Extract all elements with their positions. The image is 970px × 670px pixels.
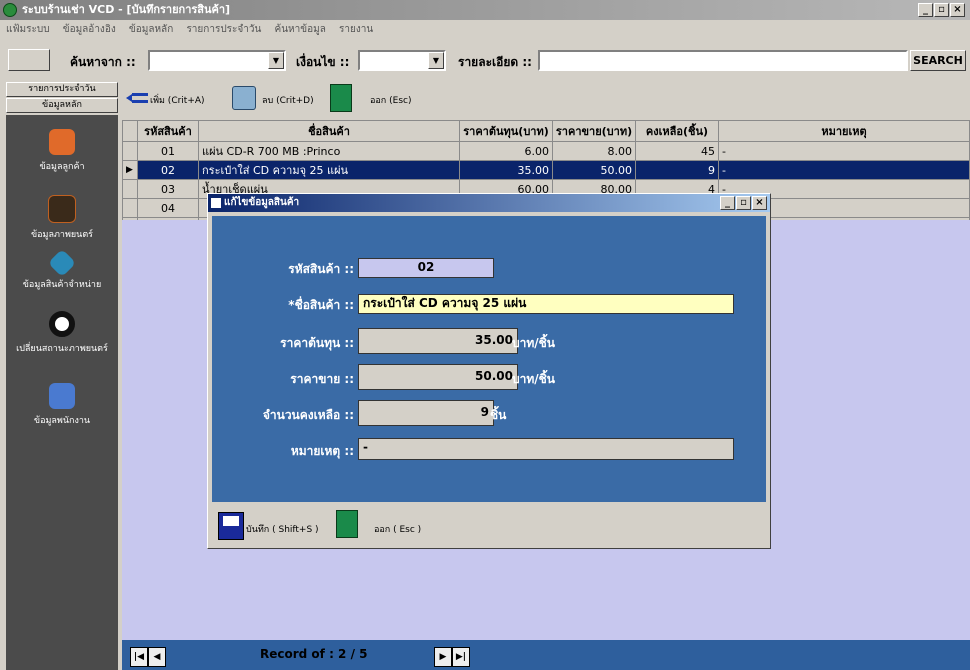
- prev-record-icon[interactable]: ◀: [148, 647, 166, 667]
- menu-master[interactable]: ข้อมูลหลัก: [129, 24, 173, 35]
- dialog-title: แก้ไขข้อมูลสินค้า: [224, 197, 300, 208]
- name-label: *ชื่อสินค้า ::: [288, 298, 354, 312]
- search-condition-select[interactable]: ▼: [358, 50, 446, 71]
- window-title-bar: ระบบร้านเช่า VCD - [บันทึกรายการสินค้า]: [0, 0, 970, 20]
- menu-daily[interactable]: รายการประจำวัน: [186, 24, 261, 35]
- stock-label: จำนวนคงเหลือ ::: [262, 408, 354, 422]
- first-record-icon[interactable]: |◀: [130, 647, 148, 667]
- search-detail-label: รายละเอียด ::: [458, 55, 532, 69]
- col-id[interactable]: รหัสสินค้า: [137, 120, 199, 142]
- add-button[interactable]: เพิ่ม (Crit+A): [150, 93, 205, 107]
- code-field[interactable]: 02: [358, 258, 494, 278]
- col-name[interactable]: ชื่อสินค้า: [198, 120, 460, 142]
- disc-icon: [47, 248, 77, 278]
- chevron-down-icon[interactable]: ▼: [268, 52, 284, 69]
- app-icon: [3, 3, 17, 17]
- movie-icon: [48, 195, 76, 223]
- customers-icon: [49, 129, 75, 155]
- trash-icon[interactable]: [232, 86, 256, 110]
- name-field[interactable]: กระเป๋าใส่ CD ความจุ 25 แผ่น: [358, 294, 734, 314]
- record-counter: Record of : 2 / 5: [260, 647, 368, 661]
- row-pointer-icon: ▶: [122, 160, 138, 180]
- col-stock[interactable]: คงเหลือ(ชิ้น): [635, 120, 719, 142]
- col-note[interactable]: หมายเหตุ: [718, 120, 970, 142]
- dialog-minimize-button[interactable]: _: [720, 196, 735, 210]
- sidebar-item-products[interactable]: ข้อมูลสินค้าจำหน่าย: [6, 248, 118, 291]
- menu-search[interactable]: ค้นหาข้อมูล: [275, 24, 326, 35]
- table-row[interactable]: 01 แผ่น CD-R 700 MB :Princo 6.00 8.00 45…: [122, 141, 970, 161]
- price-unit: บาท/ชิ้น: [512, 372, 555, 386]
- sidebar-item-employees[interactable]: ข้อมูลพนักงาน: [6, 383, 118, 427]
- next-record-icon[interactable]: ▶: [434, 647, 452, 667]
- cd-icon: [49, 311, 75, 337]
- menu-bar: แฟ้มระบบ ข้อมูลอ้างอิง ข้อมูลหลัก รายการ…: [0, 20, 970, 39]
- close-button[interactable]: ×: [950, 3, 965, 17]
- price-field[interactable]: 50.00: [358, 364, 518, 390]
- search-from-select[interactable]: ▼: [148, 50, 286, 71]
- restore-button[interactable]: ▫: [934, 3, 949, 17]
- dialog-exit-button[interactable]: ออก ( Esc ): [374, 522, 421, 536]
- tab-master[interactable]: ข้อมูลหลัก: [6, 98, 118, 113]
- last-record-icon[interactable]: ▶|: [452, 647, 470, 667]
- dialog-icon: [211, 198, 221, 208]
- menu-system[interactable]: แฟ้มระบบ: [6, 24, 50, 35]
- delete-button[interactable]: ลบ (Crit+D): [262, 93, 314, 107]
- search-detail-input[interactable]: [538, 50, 908, 71]
- exit-door-icon[interactable]: [336, 510, 358, 538]
- menu-reference[interactable]: ข้อมูลอ้างอิง: [63, 24, 116, 35]
- edit-product-dialog: แก้ไขข้อมูลสินค้า _ ▫ × รหัสสินค้า :: 02…: [207, 193, 771, 549]
- add-icon[interactable]: [126, 92, 148, 104]
- exit-button[interactable]: ออก (Esc): [370, 93, 411, 107]
- menu-report[interactable]: รายงาน: [339, 24, 373, 35]
- dialog-close-button[interactable]: ×: [752, 196, 767, 210]
- exit-door-icon[interactable]: [330, 84, 352, 112]
- table-row-selected[interactable]: ▶ 02 กระเป๋าใส่ CD ความจุ 25 แผ่น 35.00 …: [122, 160, 970, 180]
- sidebar-item-movie-status[interactable]: เปลี่ยนสถานะภาพยนตร์: [6, 311, 118, 355]
- sidebar: ข้อมูลลูกค้า ข้อมูลภาพยนตร์ ข้อมูลสินค้า…: [6, 115, 118, 670]
- cost-unit: บาท/ชิ้น: [512, 336, 555, 350]
- code-label: รหัสสินค้า ::: [288, 262, 354, 276]
- minimize-button[interactable]: _: [918, 3, 933, 17]
- search-from-label: ค้นหาจาก ::: [70, 55, 136, 69]
- dialog-restore-button[interactable]: ▫: [736, 196, 751, 210]
- note-label: หมายเหตุ ::: [290, 444, 354, 458]
- price-label: ราคาขาย ::: [290, 372, 354, 386]
- row-header-col: [122, 120, 138, 142]
- stock-unit: ชิ้น: [490, 408, 507, 422]
- sidebar-item-movies[interactable]: ข้อมูลภาพยนตร์: [6, 195, 118, 241]
- employee-icon: [49, 383, 75, 409]
- chevron-down-icon[interactable]: ▼: [428, 52, 444, 69]
- save-button[interactable]: บันทึก ( Shift+S ): [246, 522, 319, 536]
- dialog-title-bar: แก้ไขข้อมูลสินค้า: [208, 194, 770, 212]
- dialog-form: รหัสสินค้า :: 02 *ชื่อสินค้า :: กระเป๋าใ…: [212, 216, 766, 502]
- cost-label: ราคาต้นทุน ::: [280, 336, 354, 350]
- blank-button[interactable]: [8, 49, 50, 71]
- window-title: ระบบร้านเช่า VCD - [บันทึกรายการสินค้า]: [22, 3, 231, 16]
- save-floppy-icon[interactable]: [218, 512, 244, 540]
- tab-daily[interactable]: รายการประจำวัน: [6, 82, 118, 97]
- search-button[interactable]: SEARCH: [910, 50, 966, 71]
- search-condition-label: เงื่อนไข ::: [296, 55, 350, 69]
- col-price[interactable]: ราคาขาย(บาท): [552, 120, 636, 142]
- cost-field[interactable]: 35.00: [358, 328, 518, 354]
- col-cost[interactable]: ราคาต้นทุน(บาท): [459, 120, 553, 142]
- stock-field[interactable]: 9: [358, 400, 494, 426]
- sidebar-item-customers[interactable]: ข้อมูลลูกค้า: [6, 129, 118, 173]
- record-navigator: |◀ ◀ Record of : 2 / 5 ▶ ▶|: [122, 640, 970, 670]
- note-field[interactable]: -: [358, 438, 734, 460]
